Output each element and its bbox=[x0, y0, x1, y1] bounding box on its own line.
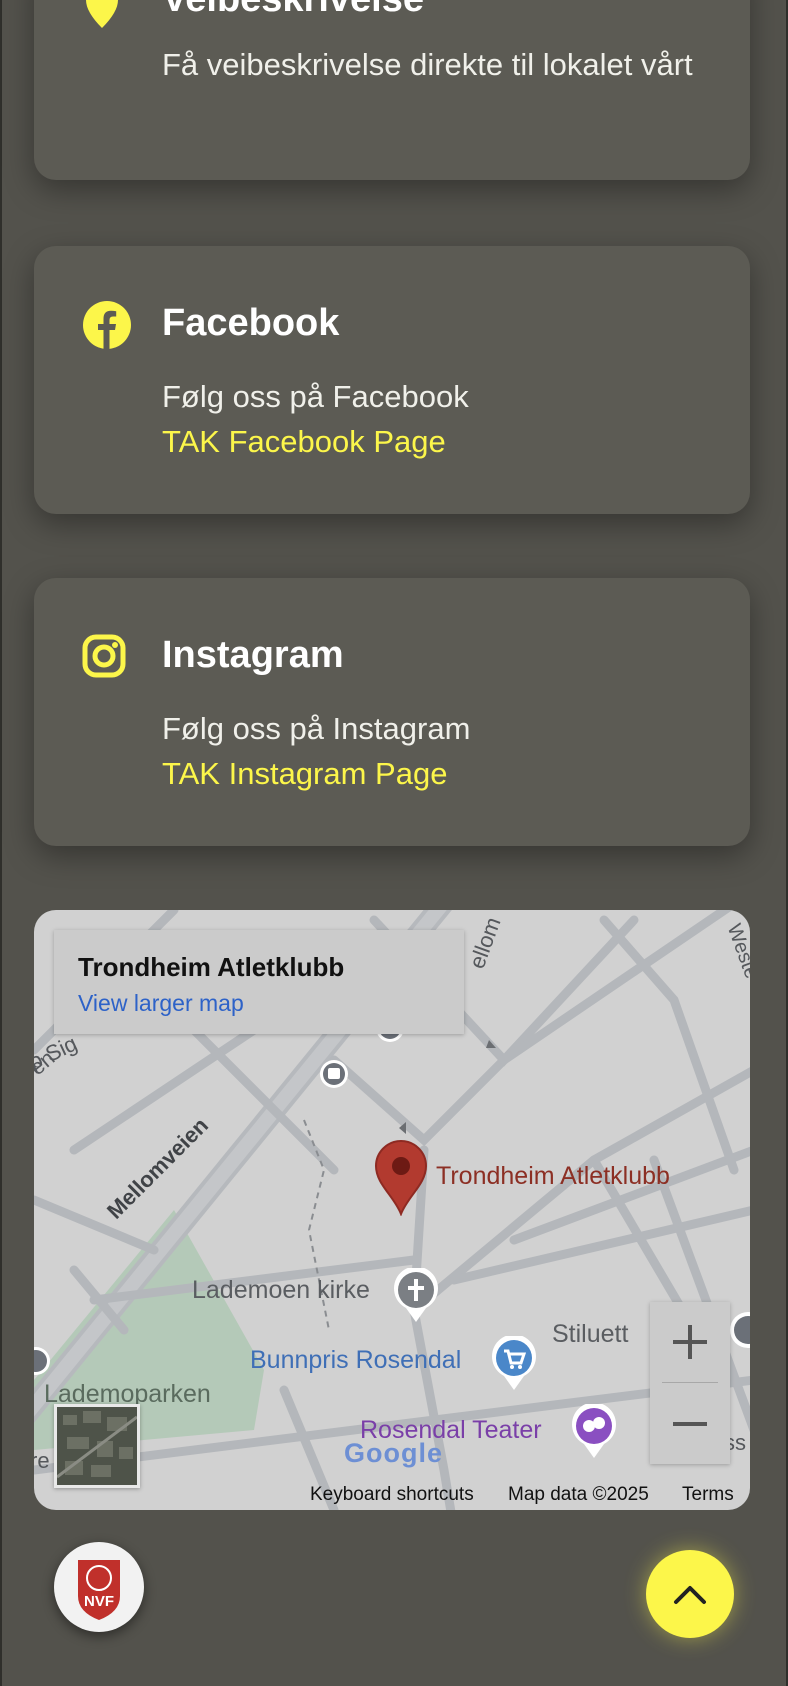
instagram-title: Instagram bbox=[162, 634, 344, 676]
instagram-description: Følg oss på Instagram bbox=[162, 711, 471, 746]
theatre-icon bbox=[572, 1404, 616, 1458]
map-road-label-fragment-bottom: re bbox=[34, 1448, 50, 1473]
page-edge-left bbox=[0, 0, 2, 1686]
map-label-shop: Bunnpris Rosendal bbox=[250, 1346, 462, 1374]
facebook-card: Facebook Følg oss på Facebook TAK Facebo… bbox=[34, 246, 750, 514]
bus-stop-icon bbox=[320, 1060, 348, 1088]
club-logo-button[interactable]: NVF bbox=[54, 1542, 144, 1632]
instagram-icon[interactable] bbox=[82, 634, 126, 683]
map-attribution: Keyboard shortcuts Map data ©2025 Terms bbox=[34, 1480, 750, 1510]
shopping-cart-icon bbox=[492, 1336, 536, 1390]
map-data-text: Map data ©2025 bbox=[508, 1484, 649, 1505]
facebook-page-link[interactable]: TAK Facebook Page bbox=[162, 424, 446, 460]
map-label-church: Lademoen kirke bbox=[192, 1276, 370, 1304]
zoom-in-button[interactable] bbox=[650, 1302, 730, 1382]
map-info-box: Trondheim Atletklubb View larger map bbox=[54, 930, 464, 1034]
chevron-up-icon bbox=[674, 1586, 706, 1604]
view-larger-map-link[interactable]: View larger map bbox=[78, 990, 244, 1017]
plus-icon bbox=[673, 1325, 707, 1359]
embedded-map[interactable]: Mellomveien en p Sig ellom Weste Lademoe… bbox=[34, 910, 750, 1510]
google-logo: Google bbox=[344, 1438, 443, 1468]
nvf-logo-icon: NVF bbox=[78, 1560, 120, 1620]
map-marker-icon[interactable] bbox=[374, 1140, 428, 1216]
map-marker-label: Trondheim Atletklubb bbox=[436, 1162, 670, 1190]
location-pin-icon bbox=[82, 0, 122, 35]
minus-icon bbox=[673, 1422, 707, 1426]
instagram-page-link[interactable]: TAK Instagram Page bbox=[162, 756, 447, 792]
facebook-icon[interactable] bbox=[82, 300, 132, 355]
zoom-out-button[interactable] bbox=[650, 1384, 730, 1464]
map-zoom-controls bbox=[650, 1302, 730, 1464]
facebook-description: Følg oss på Facebook bbox=[162, 379, 469, 414]
keyboard-shortcuts-link[interactable]: Keyboard shortcuts bbox=[310, 1484, 474, 1506]
map-place-name: Trondheim Atletklubb bbox=[78, 952, 345, 982]
zoom-separator bbox=[662, 1382, 718, 1383]
map-label-stiluett: Stiluett bbox=[552, 1320, 629, 1348]
directions-card: Veibeskrivelse Få veibeskrivelse direkte… bbox=[34, 0, 750, 180]
nvf-logo-text: NVF bbox=[84, 1593, 114, 1610]
church-icon bbox=[394, 1268, 438, 1322]
facebook-title: Facebook bbox=[162, 302, 340, 344]
terms-link[interactable]: Terms bbox=[682, 1484, 734, 1506]
directions-description: Få veibeskrivelse direkte til lokalet vå… bbox=[162, 47, 693, 82]
scroll-to-top-button[interactable] bbox=[646, 1550, 734, 1638]
satellite-layer-toggle[interactable] bbox=[54, 1404, 140, 1488]
satellite-thumbnail bbox=[56, 1407, 138, 1485]
instagram-card: Instagram Følg oss på Instagram TAK Inst… bbox=[34, 578, 750, 846]
poi-icon-left-edge bbox=[34, 1347, 50, 1375]
directions-title: Veibeskrivelse bbox=[162, 0, 424, 21]
